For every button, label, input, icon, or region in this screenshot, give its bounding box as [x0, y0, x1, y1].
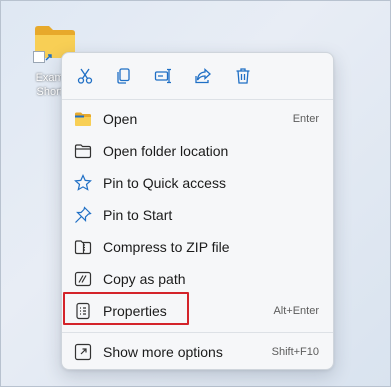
menu-item-open[interactable]: Open Enter	[66, 104, 329, 134]
properties-icon	[76, 302, 90, 320]
menu-item-label: Open	[103, 111, 138, 127]
menu-item-pin-quick-access[interactable]: Pin to Quick access	[66, 168, 329, 198]
menu-divider	[62, 332, 333, 333]
rename-icon	[154, 68, 171, 84]
menu-item-label: Copy as path	[103, 271, 186, 287]
menu-item-label: Open folder location	[103, 143, 229, 159]
menu-item-label: Properties	[103, 303, 167, 319]
menu-item-properties[interactable]: Properties Alt+Enter	[66, 296, 329, 326]
folder-color-icon	[75, 112, 91, 126]
shortcut-hint: Enter	[292, 113, 319, 125]
menu-item-label: Compress to ZIP file	[103, 239, 230, 255]
show-more-icon	[74, 343, 92, 361]
menu-item-label: Pin to Start	[103, 207, 173, 223]
pin-icon	[75, 206, 92, 223]
copy-button[interactable]	[111, 63, 137, 89]
menu-item-label: Show more options	[103, 344, 223, 360]
zip-folder-icon	[74, 240, 92, 255]
desktop-background: Example Shortcut Open Enter Open folder …	[0, 0, 391, 387]
menu-item-label: Pin to Quick access	[103, 175, 226, 191]
trash-icon	[236, 68, 250, 84]
menu-item-compress-zip[interactable]: Compress to ZIP file	[66, 232, 329, 262]
scissors-icon	[77, 68, 93, 84]
share-button[interactable]	[190, 63, 216, 89]
path-icon	[74, 271, 92, 287]
context-menu-toolbar	[62, 53, 333, 99]
context-menu: Open Enter Open folder location Pin to Q…	[61, 52, 334, 370]
menu-item-pin-start[interactable]: Pin to Start	[66, 200, 329, 230]
share-icon	[195, 68, 211, 84]
menu-item-show-more-options[interactable]: Show more options Shift+F10	[66, 337, 329, 367]
copy-icon	[117, 68, 130, 84]
cut-button[interactable]	[72, 63, 98, 89]
star-icon	[74, 174, 92, 191]
folder-outline-icon	[74, 144, 92, 159]
shortcut-hint: Shift+F10	[271, 346, 319, 358]
menu-item-open-folder-location[interactable]: Open folder location	[66, 136, 329, 166]
menu-item-copy-as-path[interactable]: Copy as path	[66, 264, 329, 294]
rename-button[interactable]	[150, 63, 176, 89]
shortcut-arrow-icon	[33, 51, 52, 63]
toolbar-divider	[62, 99, 333, 100]
shortcut-hint: Alt+Enter	[273, 305, 319, 317]
delete-button[interactable]	[230, 63, 256, 89]
